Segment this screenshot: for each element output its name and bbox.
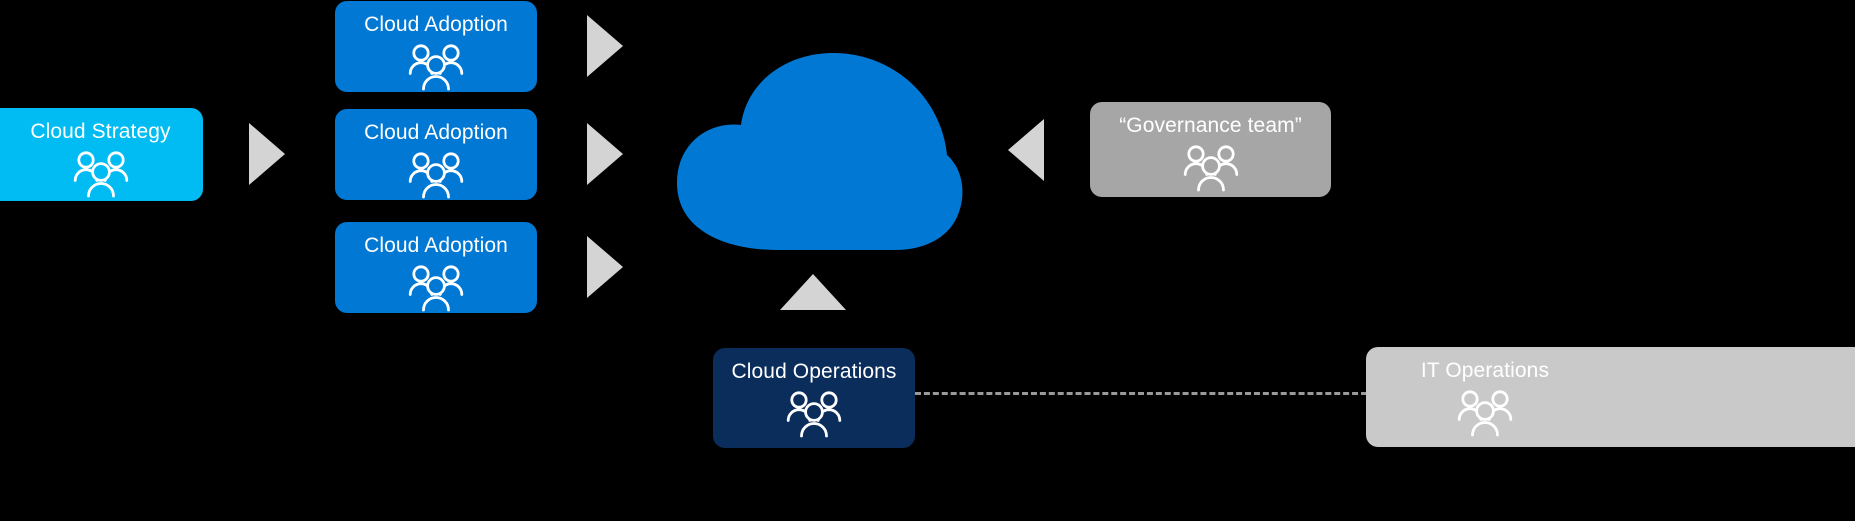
node-governance-team-label: “Governance team” <box>1119 114 1302 137</box>
node-it-operations-label: IT Operations <box>1420 359 1550 382</box>
arrow-right-icon <box>587 15 623 77</box>
people-group-icon <box>786 391 842 438</box>
arrow-left-icon <box>1008 119 1044 181</box>
node-cloud-adoption-1[interactable]: Cloud Adoption <box>335 1 537 92</box>
node-it-operations[interactable]: IT Operations <box>1366 347 1855 447</box>
node-cloud-adoption-3-label: Cloud Adoption <box>364 234 508 257</box>
diagram-canvas: Cloud Strategy Cloud Adoption Cloud Adop… <box>0 0 1855 521</box>
node-cloud-adoption-3[interactable]: Cloud Adoption <box>335 222 537 313</box>
people-group-icon <box>408 44 464 91</box>
people-group-icon <box>73 151 128 198</box>
node-cloud-strategy-label: Cloud Strategy <box>30 120 171 143</box>
arrow-right-icon <box>249 123 285 185</box>
people-group-icon <box>1457 390 1513 437</box>
arrow-right-icon <box>587 123 623 185</box>
cloud-icon <box>677 53 963 250</box>
node-governance-team[interactable]: “Governance team” <box>1090 102 1331 197</box>
node-cloud-operations[interactable]: Cloud Operations <box>713 348 915 448</box>
node-cloud-adoption-1-label: Cloud Adoption <box>364 13 508 36</box>
people-group-icon <box>408 152 464 199</box>
node-cloud-adoption-2-label: Cloud Adoption <box>364 121 508 144</box>
dashed-line-icon <box>915 392 1367 395</box>
node-cloud-strategy[interactable]: Cloud Strategy <box>0 108 203 201</box>
people-group-icon <box>408 265 464 312</box>
arrow-up-icon <box>780 274 846 310</box>
people-group-icon <box>1183 145 1238 192</box>
arrow-right-icon <box>587 236 623 298</box>
node-cloud-adoption-2[interactable]: Cloud Adoption <box>335 109 537 200</box>
node-cloud-operations-label: Cloud Operations <box>731 360 897 383</box>
